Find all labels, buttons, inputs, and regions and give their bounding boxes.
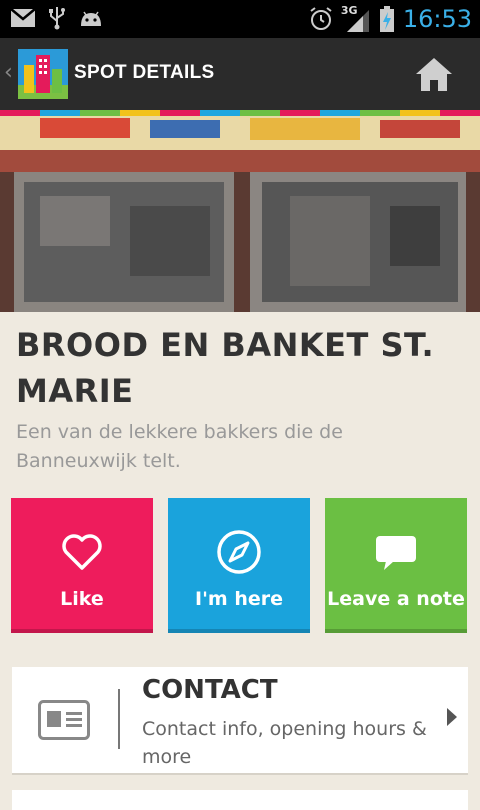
alarm-icon <box>310 7 332 30</box>
like-label: Like <box>60 588 104 610</box>
contact-description: Contact info, opening hours & more <box>142 718 427 768</box>
leave-note-label: Leave a note <box>327 588 465 610</box>
gmail-icon <box>10 8 36 27</box>
contact-title: CONTACT <box>142 675 278 705</box>
notification-icons <box>10 6 104 30</box>
page-title: SPOT DETAILS <box>74 62 215 83</box>
battery-icon <box>379 6 394 32</box>
system-icons: 3G 16:53 <box>309 2 472 36</box>
id-card-icon <box>38 700 90 740</box>
action-bar: ‹ SPOT DETAILS <box>0 38 480 110</box>
compass-icon <box>217 530 261 574</box>
android-icon <box>81 11 101 26</box>
like-button[interactable]: Like <box>11 498 153 633</box>
im-here-button[interactable]: I'm here <box>168 498 310 633</box>
card-divider <box>118 689 120 749</box>
home-icon[interactable] <box>414 54 454 94</box>
signal-icon: 3G <box>341 4 371 34</box>
spot-photo <box>0 116 480 312</box>
heart-icon <box>62 534 102 570</box>
contact-card[interactable]: CONTACT Contact info, opening hours & mo… <box>12 667 468 773</box>
next-card[interactable] <box>12 790 468 810</box>
spot-title: BROOD EN BANKET ST. MARIE <box>16 326 435 410</box>
usb-icon <box>49 7 65 30</box>
im-here-label: I'm here <box>195 588 283 610</box>
city-logo-icon[interactable] <box>18 49 68 99</box>
back-chevron-icon[interactable]: ‹ <box>4 60 13 85</box>
clock: 16:53 <box>402 5 472 33</box>
leave-note-button[interactable]: Leave a note <box>325 498 467 633</box>
chevron-right-icon <box>447 708 457 726</box>
spot-description: Een van de lekkere bakkers die de Banneu… <box>16 421 343 472</box>
status-bar: 3G 16:53 <box>0 0 480 38</box>
speech-bubble-icon <box>376 536 416 570</box>
